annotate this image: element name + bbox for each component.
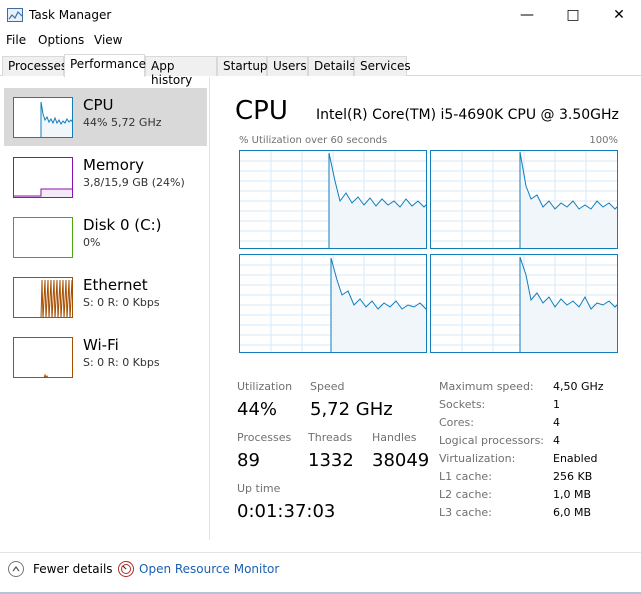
window-title: Task Manager [29,8,112,22]
close-button[interactable]: ✕ [596,0,641,30]
cpu-model-name: Intel(R) Core(TM) i5-4690K CPU @ 3.50GHz [316,107,619,123]
ethernet-thumbnail-graph [13,277,73,318]
sidebar-disk-title: Disk 0 (C:) [83,216,162,234]
spec-logical-processors-label: Logical processors: [439,434,545,447]
threads-label: Threads [308,431,353,444]
menu-view[interactable]: View [94,33,122,47]
title-bar[interactable]: Task Manager — □ ✕ [0,0,641,31]
spec-sockets-label: Sockets: [439,398,486,411]
graph-caption: % Utilization over 60 seconds [239,135,388,146]
tab-performance[interactable]: Performance [64,54,146,77]
menu-file[interactable]: File [6,33,26,47]
tab-startup[interactable]: Startup [217,56,268,76]
tab-users[interactable]: Users [267,56,308,76]
graph-max-label: 100% [589,135,618,146]
page-title: CPU [235,96,288,126]
handles-label: Handles [372,431,417,444]
spec-max-speed-value: 4,50 GHz [553,380,604,393]
sidebar-ethernet-sub: S: 0 R: 0 Kbps [83,296,160,309]
resource-monitor-icon[interactable] [118,561,134,577]
processes-label: Processes [237,431,292,444]
spec-logical-processors-value: 4 [553,434,560,447]
uptime-label: Up time [237,482,281,495]
sidebar-disk-sub: 0% [83,236,101,249]
maximize-button[interactable]: □ [550,0,596,30]
wifi-thumbnail-graph [13,337,73,378]
spec-max-speed-label: Maximum speed: [439,380,534,393]
task-manager-icon [7,8,23,22]
sidebar-ethernet-title: Ethernet [83,276,148,294]
utilization-value: 44% [237,399,278,420]
speed-label: Speed [310,380,345,393]
minimize-button[interactable]: — [504,0,550,30]
uptime-value: 0:01:37:03 [237,501,336,522]
speed-value: 5,72 GHz [310,399,393,420]
maximize-icon: □ [566,7,580,23]
cpu-core-graph-3 [239,254,427,353]
cpu-core-graph-4 [430,254,618,353]
menu-options[interactable]: Options [38,33,84,47]
spec-cores-value: 4 [553,416,560,429]
sidebar-item-ethernet[interactable]: Ethernet S: 0 R: 0 Kbps [4,268,207,326]
sidebar-wifi-sub: S: 0 R: 0 Kbps [83,356,160,369]
tab-bar: Processes Performance App history Startu… [0,54,641,87]
spec-virtualization-value: Enabled [553,452,598,465]
tab-app-history[interactable]: App history [145,56,217,87]
cpu-thumbnail-graph [13,97,73,138]
fewer-details-button[interactable]: Fewer details [33,562,113,576]
utilization-label: Utilization [237,380,293,393]
spec-virtualization-label: Virtualization: [439,452,516,465]
spec-sockets-value: 1 [553,398,560,411]
memory-thumbnail-graph [13,157,73,198]
sidebar-item-disk[interactable]: Disk 0 (C:) 0% [4,208,207,266]
sidebar-memory-title: Memory [83,156,145,174]
sidebar-cpu-sub: 44% 5,72 GHz [83,116,162,129]
cpu-core-graph-1 [239,150,427,249]
cpu-core-graph-2 [430,150,618,249]
minimize-icon: — [520,7,534,23]
tab-processes[interactable]: Processes [2,56,67,76]
sidebar-memory-sub: 3,8/15,9 GB (24%) [83,176,185,189]
sidebar-cpu-title: CPU [83,96,114,114]
sidebar-item-wifi[interactable]: Wi-Fi S: 0 R: 0 Kbps [4,328,207,386]
threads-value: 1332 [308,450,354,471]
spec-l1-cache-label: L1 cache: [439,470,492,483]
close-icon: ✕ [613,7,625,23]
resource-sidebar: CPU 44% 5,72 GHz Memory 3,8/15,9 GB (24%… [0,77,210,540]
spec-cores-label: Cores: [439,416,474,429]
spec-l2-cache-value: 1,0 MB [553,488,592,501]
disk-thumbnail-graph [13,217,73,258]
handles-value: 38049 [372,450,430,471]
spec-l3-cache-value: 6,0 MB [553,506,592,519]
sidebar-item-memory[interactable]: Memory 3,8/15,9 GB (24%) [4,148,207,206]
spec-l1-cache-value: 256 KB [553,470,593,483]
processes-value: 89 [237,450,260,471]
chevron-up-icon[interactable] [8,561,24,577]
cpu-detail-panel: CPU Intel(R) Core(TM) i5-4690K CPU @ 3.5… [211,77,641,540]
footer-bar: Fewer details Open Resource Monitor [0,552,641,582]
menu-bar: File Options View [0,31,641,51]
open-resource-monitor-link[interactable]: Open Resource Monitor [139,562,279,576]
sidebar-wifi-title: Wi-Fi [83,336,119,354]
tab-services[interactable]: Services [354,56,411,76]
tab-details[interactable]: Details [308,56,356,76]
spec-l3-cache-label: L3 cache: [439,506,492,519]
sidebar-item-cpu[interactable]: CPU 44% 5,72 GHz [4,88,207,146]
spec-l2-cache-label: L2 cache: [439,488,492,501]
